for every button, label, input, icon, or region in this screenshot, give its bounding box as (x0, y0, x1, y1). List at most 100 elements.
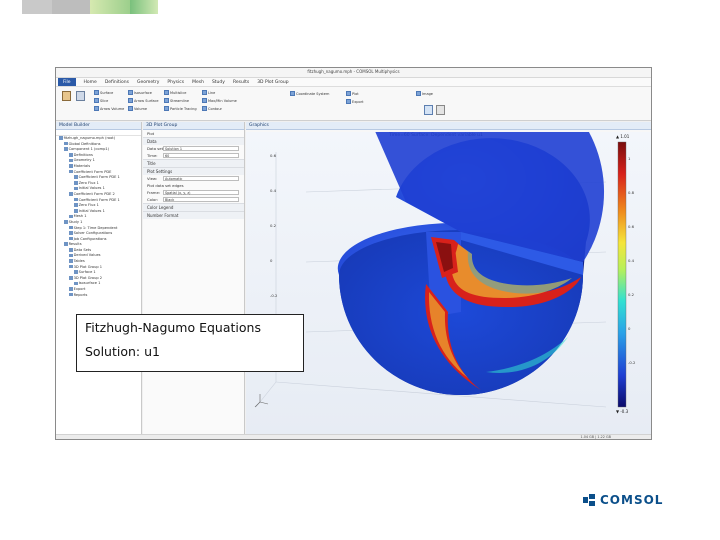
tree-node-label: Zero Flux 1 (78, 180, 99, 185)
tab-home[interactable]: Home (84, 78, 97, 86)
plot-dataset-edges-checkbox[interactable]: Plot data set edges (147, 183, 184, 188)
tab-definitions[interactable]: Definitions (105, 78, 129, 86)
ribbon-btn-export[interactable]: Export (346, 99, 363, 104)
tree-node-icon (69, 169, 73, 174)
tree-node-label: Job Configurations (73, 236, 107, 241)
tree-node-icon (74, 175, 78, 179)
tree-node-icon (74, 208, 78, 213)
tree-node-icon (64, 141, 68, 146)
tab-results[interactable]: Results (233, 78, 249, 86)
tree-node-label: Reports (73, 292, 88, 297)
color-select[interactable]: Black (163, 197, 239, 202)
comsol-logo: COMSOL (583, 493, 663, 507)
ribbon-btn-slice[interactable]: Slice (94, 98, 108, 103)
comsol-logo-text: COMSOL (600, 493, 664, 507)
tree-node-label: Step 1: Time Dependent (73, 225, 118, 230)
plot-button[interactable]: Plot (143, 130, 244, 137)
colorbar-tick: -0.2 (628, 360, 636, 365)
ribbon-btn-arrow-volume[interactable]: Arrow Volume (94, 106, 124, 111)
contour-icon (202, 106, 207, 111)
tree-node-label: Global Definitions (68, 141, 101, 146)
plot-dataset-edges-row[interactable]: Plot data set edges (143, 182, 244, 189)
tab-physics[interactable]: Physics (167, 78, 184, 86)
number-format-section[interactable]: Number Format (143, 211, 244, 219)
tab-mesh[interactable]: Mesh (192, 78, 204, 86)
tree-node-icon (69, 158, 73, 163)
settings-header: 3D Plot Group (143, 122, 244, 130)
tree-node-icon (74, 281, 78, 286)
tree-node-icon (59, 136, 63, 140)
view-select[interactable]: Automatic (163, 176, 239, 181)
comsol-window-screenshot: fitzhugh_nagumo.mph - COMSOL Multiphysic… (55, 67, 652, 440)
data-set-select[interactable]: Solution 1 (163, 146, 239, 151)
model-builder-panel: Model Builder fitzhugh_nagumo.mph (root)… (56, 122, 142, 434)
half-sphere (337, 68, 605, 395)
tree-node-label: Solver Configurations (73, 231, 113, 236)
time-label: Time: (147, 153, 158, 158)
colorbar-tick: 0.2 (628, 292, 635, 297)
ribbon-btn-max-min-volume[interactable]: Max/Min Volume (202, 98, 237, 103)
multislice-icon (164, 90, 169, 95)
plot-settings-section[interactable]: Plot Settings (143, 167, 244, 175)
ribbon-btn-multislice[interactable]: Multislice (164, 90, 186, 95)
ribbon-btn-coordinate-system[interactable]: Coordinate System (290, 91, 329, 96)
ribbon-btn-image[interactable]: Image (416, 91, 433, 96)
tree-node-icon (74, 270, 78, 275)
snapshot-icon[interactable] (424, 105, 433, 115)
ribbon-btn-plot[interactable]: Plot (346, 91, 359, 96)
tree-node-label: 3D Plot Group 2 (73, 275, 103, 280)
tree-node-icon (69, 231, 73, 235)
tab-3d-plot-group[interactable]: 3D Plot Group (257, 78, 288, 86)
top-strip-tile (52, 0, 90, 14)
tree-node-icon (69, 164, 73, 168)
tree-node-icon (69, 264, 73, 269)
tab-study[interactable]: Study (212, 78, 225, 86)
title-section[interactable]: Title (143, 159, 244, 167)
graphics-panel: Graphics 0.6 0.4 0.2 0 -0.2 ▲ 1.01 1 0.8… (246, 68, 651, 434)
tree-node-label: Data Sets (73, 247, 92, 252)
ribbon-btn-line[interactable]: Line (202, 90, 215, 95)
slide: fitzhugh_nagumo.mph - COMSOL Multiphysic… (0, 0, 720, 540)
tab-geometry[interactable]: Geometry (137, 78, 159, 86)
ribbon-btn-volume[interactable]: Volume (128, 106, 147, 111)
tree-node-icon (64, 147, 68, 151)
tree-node-icon (74, 203, 78, 207)
caption-title: Fitzhugh-Nagumo Equations (85, 320, 261, 335)
tree-node-icon (69, 292, 73, 297)
tree-node-label: Initial Values 1 (78, 208, 105, 213)
comsol-logo-mark-icon (583, 494, 595, 506)
ribbon-btn-particle-tracing[interactable]: Particle Tracing (164, 106, 197, 111)
volume-icon (128, 106, 133, 111)
arrow-surface-icon (128, 98, 133, 103)
graphics-canvas[interactable]: Time=60 Surface: Dependent variable u1 (246, 68, 651, 434)
color-legend-section[interactable]: Color Legend (143, 203, 244, 211)
export-icon[interactable] (436, 105, 445, 115)
ribbon-btn-streamline[interactable]: Streamline (164, 98, 189, 103)
color-label: Color: (147, 197, 159, 202)
coordinate-system-icon (290, 91, 295, 96)
workspace: Model Builder fitzhugh_nagumo.mph (root)… (56, 68, 651, 434)
ribbon-btn-isosurface[interactable]: Isosurface (128, 90, 152, 95)
axis-tick: -0.2 (270, 293, 278, 298)
solution-plot: Time=60 Surface: Dependent variable u1 (254, 68, 636, 414)
axis-tick: 0.2 (270, 223, 277, 228)
tree-node-label: Coefficient Form PDE 1 (78, 175, 120, 180)
tree-node-label: Coefficient Form PDE 1 (78, 197, 120, 202)
data-section[interactable]: Data (143, 137, 244, 145)
plot-in-icon[interactable] (76, 91, 85, 101)
ribbon-btn-arrow-surface[interactable]: Arrow Surface (128, 98, 159, 103)
ribbon-btn-contour[interactable]: Contour (202, 106, 222, 111)
plot-big-icon[interactable] (62, 91, 71, 101)
frame-select[interactable]: Spatial (x, y, z) (163, 190, 239, 195)
model-tree: fitzhugh_nagumo.mph (root) Global Definit… (56, 136, 141, 298)
tree-node-label: Derived Values (73, 253, 101, 258)
color-row: Color: Black (143, 196, 244, 203)
tree-node-icon (69, 152, 73, 157)
tab-file[interactable]: File (58, 78, 76, 86)
ribbon-btn-surface[interactable]: Surface (94, 90, 113, 95)
model-builder-header: Model Builder (56, 122, 141, 130)
tree-node-label: Coefficient Form PDE (73, 169, 112, 174)
tree-node[interactable]: Reports (56, 293, 141, 299)
time-select[interactable]: 60 (163, 153, 239, 158)
frame-row: Frame: Spatial (x, y, z) (143, 189, 244, 196)
